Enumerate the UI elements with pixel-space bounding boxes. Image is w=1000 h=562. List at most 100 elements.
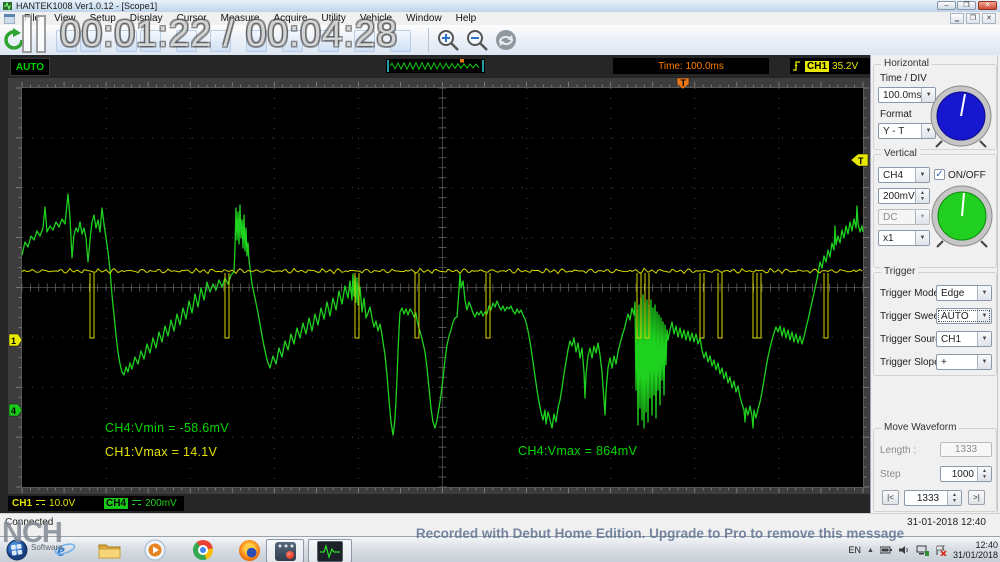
menu-utility[interactable]: Utility bbox=[314, 13, 352, 24]
firefox-icon[interactable] bbox=[236, 539, 262, 561]
trigger-sweep-label: Trigger Sweep bbox=[880, 311, 945, 322]
toolbar-button[interactable] bbox=[318, 30, 339, 52]
toolbar-button[interactable] bbox=[210, 30, 231, 52]
volt-scale-spinner[interactable]: 200mV ▲ ▼ bbox=[878, 188, 930, 204]
trigger-level-value: 35.2V bbox=[832, 60, 859, 72]
hantek-task-button[interactable] bbox=[308, 539, 352, 562]
menu-setup[interactable]: Setup bbox=[83, 13, 123, 24]
coupling-select: DC ▼ bbox=[878, 209, 930, 225]
toolbar-button[interactable] bbox=[80, 30, 101, 52]
horizontal-group-title: Horizontal bbox=[881, 58, 933, 69]
chevron-down-icon: ▼ bbox=[977, 286, 991, 300]
chrome-icon[interactable] bbox=[190, 539, 216, 561]
speaker-icon[interactable] bbox=[898, 545, 910, 555]
zoom-out-icon[interactable] bbox=[466, 29, 489, 52]
media-player-icon[interactable] bbox=[142, 539, 168, 561]
menu-vehicle[interactable]: Vehicle bbox=[353, 13, 399, 24]
file-explorer-icon[interactable] bbox=[96, 539, 122, 561]
mdi-minimize-button[interactable]: ‗ bbox=[950, 13, 964, 24]
menu-window[interactable]: Window bbox=[399, 13, 449, 24]
toolbar-button[interactable] bbox=[56, 30, 77, 52]
chevron-down-icon: ▼ bbox=[977, 332, 991, 346]
preview-wave bbox=[389, 61, 480, 71]
trigger-sweep-select[interactable]: AUTO ▼ bbox=[936, 308, 992, 324]
debut-recorder-task-button[interactable] bbox=[266, 539, 304, 562]
trigger-slope-select[interactable]: + ▼ bbox=[936, 354, 992, 370]
mdi-close-button[interactable]: ✕ bbox=[982, 13, 996, 24]
internet-explorer-icon[interactable]: e bbox=[52, 539, 78, 561]
menu-view[interactable]: View bbox=[47, 13, 83, 24]
spin-down-icon: ▼ bbox=[952, 497, 957, 504]
toolbar-button[interactable] bbox=[140, 30, 161, 52]
screen: HANTEK1008 Ver1.0.12 - [Scope1] – ❐ ✕ Fi… bbox=[0, 0, 1000, 562]
statusbar: Connected 31-01-2018 12:40 bbox=[0, 513, 1000, 537]
toolbar-button[interactable] bbox=[116, 30, 137, 52]
svg-text:1: 1 bbox=[11, 336, 16, 346]
step-spinner[interactable]: 1000 ▲ ▼ bbox=[940, 466, 992, 482]
tray-expand-icon[interactable]: ▲ bbox=[867, 547, 874, 554]
menu-help[interactable]: Help bbox=[449, 13, 484, 24]
probe-select[interactable]: x1 ▼ bbox=[878, 230, 930, 246]
channel-readout-bar: CH1 10.0V CH4 200mV bbox=[0, 495, 870, 511]
menu-measure[interactable]: Measure bbox=[214, 13, 267, 24]
measure-ch4-vmin: CH4:Vmin = -58.6mV bbox=[105, 421, 229, 435]
menu-acquire[interactable]: Acquire bbox=[266, 13, 314, 24]
vertical-group-title: Vertical bbox=[881, 148, 920, 159]
toolbar-button[interactable] bbox=[176, 30, 197, 52]
chevron-down-icon: ▼ bbox=[915, 210, 929, 224]
start-button[interactable] bbox=[4, 539, 30, 561]
zoom-in-icon[interactable] bbox=[437, 29, 460, 52]
spin-up-icon: ▲ bbox=[952, 491, 957, 498]
menu-file[interactable]: File bbox=[17, 13, 47, 24]
toolbar-button[interactable] bbox=[354, 30, 375, 52]
action-center-flag-icon[interactable] bbox=[935, 545, 947, 556]
preview-trigger-marker bbox=[460, 59, 464, 63]
measure-ch1-vmax: CH1:Vmax = 14.1V bbox=[105, 445, 218, 459]
mdi-restore-button[interactable]: ❐ bbox=[966, 13, 980, 24]
ch1-readout[interactable]: CH1 10.0V bbox=[8, 496, 102, 511]
network-icon[interactable] bbox=[916, 545, 929, 556]
refresh-acquire-icon[interactable] bbox=[3, 28, 27, 52]
move-waveform-title: Move Waveform bbox=[881, 422, 960, 433]
channel-onoff-checkbox[interactable]: ✓ bbox=[934, 169, 945, 180]
menu-cursor[interactable]: Cursor bbox=[170, 13, 214, 24]
system-tray: EN ▲ 12:40 31/01/2018 bbox=[849, 537, 999, 562]
refresh-view-icon[interactable] bbox=[494, 29, 518, 52]
dc-coupling-icon bbox=[36, 499, 46, 508]
length-label: Length : bbox=[880, 445, 917, 456]
ch4-readout[interactable]: CH4 200mV bbox=[100, 496, 184, 511]
toolbar-separator bbox=[428, 28, 429, 52]
minimize-button[interactable]: – bbox=[937, 1, 956, 10]
spin-up-icon: ▲ bbox=[920, 189, 925, 196]
menu-display[interactable]: Display bbox=[123, 13, 170, 24]
toolbar-button[interactable] bbox=[390, 30, 411, 52]
move-last-button[interactable]: >| bbox=[968, 490, 985, 505]
vertical-knob[interactable] bbox=[929, 183, 995, 249]
chevron-down-icon: ▼ bbox=[977, 355, 991, 369]
trigger-readout: CH1 35.2V bbox=[790, 58, 872, 74]
measure-ch4-vmax: CH4:Vmax = 864mV bbox=[518, 444, 638, 458]
tray-clock[interactable]: 12:40 31/01/2018 bbox=[953, 540, 998, 560]
trigger-edge-icon bbox=[793, 61, 800, 71]
scope-infobar: AUTO Time: 100.0ms CH1 35.2V bbox=[0, 55, 872, 77]
move-first-button[interactable]: |< bbox=[882, 490, 899, 505]
toolbar bbox=[0, 25, 1000, 56]
step-label: Step bbox=[880, 469, 901, 480]
maximize-button[interactable]: ❐ bbox=[957, 1, 976, 10]
position-spinner[interactable]: 1333 ▲ ▼ bbox=[904, 490, 962, 506]
close-button[interactable]: ✕ bbox=[978, 1, 997, 10]
channel-select[interactable]: CH4 ▼ bbox=[878, 167, 930, 183]
time-div-label: Time / DIV bbox=[880, 73, 927, 84]
format-label: Format bbox=[880, 109, 912, 120]
trigger-source-select[interactable]: CH1 ▼ bbox=[936, 331, 992, 347]
battery-icon[interactable] bbox=[879, 545, 893, 555]
move-waveform-group: Move Waveform Length : 1333 Step 1000 ▲ ▼ … bbox=[873, 422, 997, 512]
toolbar-button[interactable] bbox=[282, 30, 303, 52]
app-icon bbox=[3, 2, 12, 10]
trigger-mode-select[interactable]: Edge ▼ bbox=[936, 285, 992, 301]
tray-language[interactable]: EN bbox=[849, 545, 862, 555]
taskbar: e EN ▲ 12:40 31/01/2018 bbox=[0, 536, 1000, 562]
waveform-preview[interactable] bbox=[386, 59, 485, 73]
toolbar-button[interactable] bbox=[246, 30, 267, 52]
horizontal-knob[interactable] bbox=[928, 83, 994, 149]
